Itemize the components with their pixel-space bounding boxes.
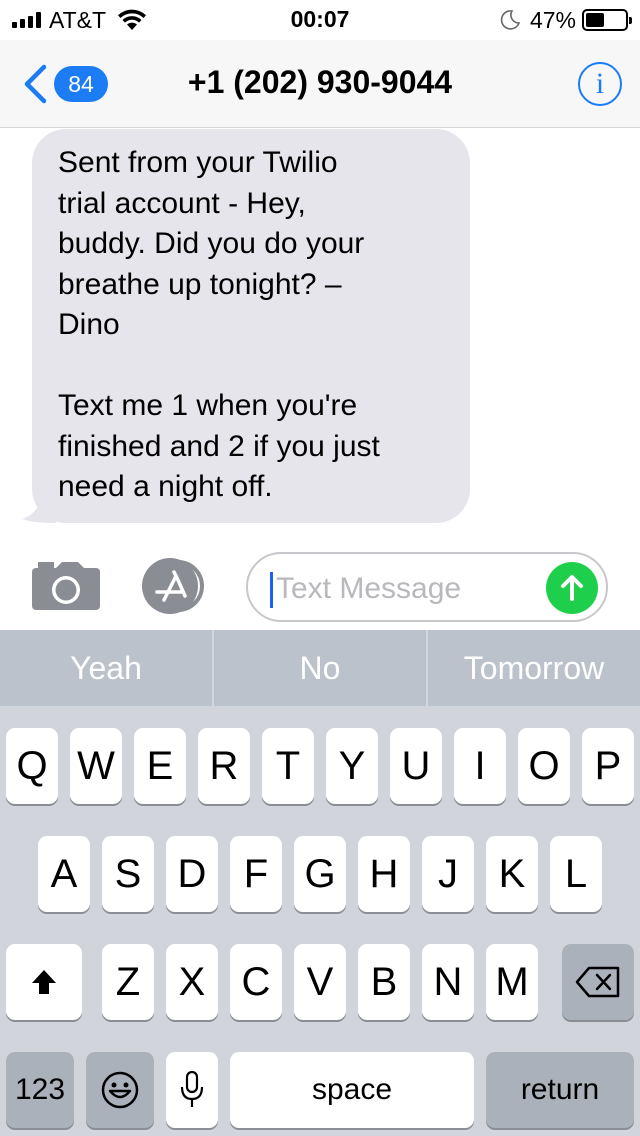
key-q[interactable]: Q bbox=[6, 728, 58, 804]
status-right: 47% bbox=[500, 6, 632, 34]
emoji-key[interactable] bbox=[86, 1052, 154, 1128]
predictive-bar: Yeah No Tomorrow bbox=[0, 630, 640, 706]
moon-icon bbox=[500, 10, 520, 30]
keyboard: Q W E R T Y U I O P A S D F G H J K L Z … bbox=[0, 706, 640, 1136]
key-k[interactable]: K bbox=[486, 836, 538, 912]
arrow-up-icon bbox=[561, 575, 583, 601]
delete-key[interactable] bbox=[562, 944, 634, 1020]
key-x[interactable]: X bbox=[166, 944, 218, 1020]
key-e[interactable]: E bbox=[134, 728, 186, 804]
key-n[interactable]: N bbox=[422, 944, 474, 1020]
message-input-field[interactable] bbox=[246, 552, 608, 622]
battery-icon bbox=[582, 9, 632, 31]
backspace-icon bbox=[575, 966, 620, 998]
space-key[interactable]: space bbox=[230, 1052, 474, 1128]
contact-title: +1 (202) 930-9044 bbox=[187, 64, 453, 100]
shift-key[interactable] bbox=[6, 944, 82, 1020]
key-y[interactable]: Y bbox=[326, 728, 378, 804]
message-bubble[interactable]: Sent from your Twilio trial account - He… bbox=[32, 129, 470, 523]
key-o[interactable]: O bbox=[518, 728, 570, 804]
app-store-icon[interactable] bbox=[140, 558, 212, 614]
incoming-message: Sent from your Twilio trial account - He… bbox=[16, 129, 470, 523]
shift-icon bbox=[32, 970, 56, 994]
suggestion-yeah[interactable]: Yeah bbox=[0, 630, 214, 706]
send-button[interactable] bbox=[546, 562, 598, 614]
emoji-icon bbox=[101, 1071, 139, 1109]
key-t[interactable]: T bbox=[262, 728, 314, 804]
text-caret bbox=[270, 572, 273, 608]
status-bar: AT&T 00:07 47% bbox=[0, 0, 640, 40]
key-b[interactable]: B bbox=[358, 944, 410, 1020]
key-r[interactable]: R bbox=[198, 728, 250, 804]
chevron-left-icon bbox=[24, 64, 47, 104]
key-m[interactable]: M bbox=[486, 944, 538, 1020]
key-g[interactable]: G bbox=[294, 836, 346, 912]
key-w[interactable]: W bbox=[70, 728, 122, 804]
info-icon[interactable]: i bbox=[578, 62, 622, 106]
key-j[interactable]: J bbox=[422, 836, 474, 912]
unread-count-badge: 84 bbox=[54, 66, 108, 102]
battery-percent: 47% bbox=[529, 6, 576, 33]
key-s[interactable]: S bbox=[102, 836, 154, 912]
key-d[interactable]: D bbox=[166, 836, 218, 912]
battery-fill bbox=[586, 13, 604, 27]
key-p[interactable]: P bbox=[582, 728, 634, 804]
key-c[interactable]: C bbox=[230, 944, 282, 1020]
return-key[interactable]: return bbox=[486, 1052, 634, 1128]
composer-bar bbox=[0, 544, 640, 630]
conversation-header: 84 +1 (202) 930-9044 i bbox=[0, 40, 640, 128]
camera-icon[interactable] bbox=[32, 562, 100, 610]
key-f[interactable]: F bbox=[230, 836, 282, 912]
suggestion-no[interactable]: No bbox=[214, 630, 428, 706]
key-v[interactable]: V bbox=[294, 944, 346, 1020]
microphone-icon bbox=[180, 1070, 204, 1107]
key-i[interactable]: I bbox=[454, 728, 506, 804]
suggestion-tomorrow[interactable]: Tomorrow bbox=[428, 630, 640, 706]
key-u[interactable]: U bbox=[390, 728, 442, 804]
back-button[interactable]: 84 bbox=[22, 62, 108, 106]
numbers-key[interactable]: 123 bbox=[6, 1052, 74, 1128]
key-a[interactable]: A bbox=[38, 836, 90, 912]
key-z[interactable]: Z bbox=[102, 944, 154, 1020]
key-l[interactable]: L bbox=[550, 836, 602, 912]
message-text: Sent from your Twilio trial account - He… bbox=[58, 146, 380, 503]
message-list: Sent from your Twilio trial account - He… bbox=[0, 129, 640, 544]
key-h[interactable]: H bbox=[358, 836, 410, 912]
dictation-key[interactable] bbox=[166, 1052, 218, 1128]
message-input[interactable] bbox=[276, 568, 536, 610]
